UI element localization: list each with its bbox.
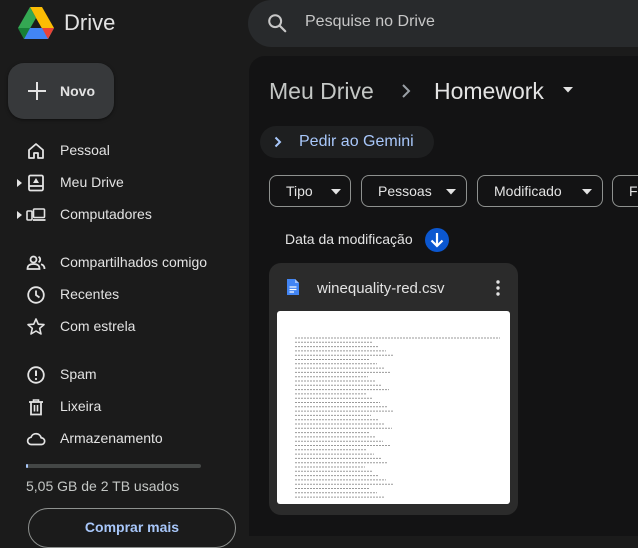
file-preview-lines <box>295 337 500 498</box>
sort-label[interactable]: Data da modificação <box>285 231 413 247</box>
search-input[interactable] <box>305 13 605 31</box>
trash-icon <box>29 399 43 416</box>
caret-down-icon <box>582 189 592 195</box>
sidebar-item-computadores[interactable]: Computadores <box>0 199 240 231</box>
caret-down-icon[interactable] <box>563 87 573 93</box>
sidebar-item-label: Meu Drive <box>60 174 124 190</box>
plus-icon <box>28 82 46 100</box>
cloud-icon <box>26 432 46 446</box>
expand-caret-icon[interactable] <box>17 178 23 188</box>
filter-chip-fonte[interactable]: Fo <box>612 175 638 207</box>
buy-storage-button[interactable]: Comprar mais <box>28 508 236 548</box>
sidebar-item-label: Com estrela <box>60 318 136 334</box>
ask-gemini-button[interactable]: Pedir ao Gemini <box>260 126 434 158</box>
sidebar-item-label: Pessoal <box>60 142 110 158</box>
breadcrumb-current-folder[interactable]: Homework <box>434 78 544 105</box>
buy-storage-label: Comprar mais <box>84 519 180 535</box>
caret-down-icon <box>446 189 456 195</box>
filter-chip-pessoas[interactable]: Pessoas <box>361 175 467 207</box>
arrow-down-icon <box>430 233 444 248</box>
home-icon <box>28 143 44 159</box>
sidebar-item-com-estrela[interactable]: Com estrela <box>0 311 240 343</box>
file-name: winequality-red.csv <box>317 280 445 297</box>
file-card[interactable]: winequality-red.csv <box>269 263 518 515</box>
storage-usage-bar <box>26 464 201 468</box>
filter-chip-modificado[interactable]: Modificado <box>477 175 603 207</box>
sidebar-item-label: Compartilhados comigo <box>60 254 208 270</box>
filter-chip-tipo[interactable]: Tipo <box>269 175 351 207</box>
filter-chip-label: Tipo <box>286 183 313 199</box>
sidebar-item-pessoal[interactable]: Pessoal <box>0 135 240 167</box>
star-icon <box>27 318 45 335</box>
caret-down-icon <box>331 189 341 195</box>
sidebar-item-label: Recentes <box>60 286 120 302</box>
computers-icon <box>26 208 46 221</box>
document-file-icon <box>287 279 299 295</box>
sidebar-item-meu-drive[interactable]: Meu Drive <box>0 167 240 199</box>
new-button[interactable]: Novo <box>8 63 114 119</box>
sidebar-item-compartilhados[interactable]: Compartilhados comigo <box>0 247 240 279</box>
new-button-label: Novo <box>60 83 95 99</box>
sidebar-item-spam[interactable]: Spam <box>0 359 240 391</box>
sidebar-item-label: Computadores <box>60 206 152 222</box>
more-options-icon[interactable] <box>493 279 503 297</box>
shared-icon <box>26 255 46 270</box>
breadcrumb-root[interactable]: Meu Drive <box>269 78 374 105</box>
drive-logo-icon[interactable] <box>18 6 54 40</box>
ask-gemini-label: Pedir ao Gemini <box>299 133 414 150</box>
sidebar-item-label: Lixeira <box>60 398 102 414</box>
sidebar-item-armazenamento[interactable]: Armazenamento <box>0 423 240 455</box>
file-thumbnail <box>277 311 510 504</box>
filter-chip-label: Modificado <box>494 183 562 199</box>
filter-chip-label: Fo <box>629 183 638 199</box>
chevron-right-icon <box>402 84 411 98</box>
storage-usage-text: 5,05 GB de 2 TB usados <box>26 478 180 494</box>
sidebar-item-label: Armazenamento <box>60 430 163 446</box>
expand-caret-icon[interactable] <box>17 210 23 220</box>
chevron-right-icon <box>274 136 282 148</box>
sort-direction-button[interactable] <box>425 228 449 252</box>
sidebar-item-label: Spam <box>60 366 97 382</box>
app-name: Drive <box>64 10 116 35</box>
search-icon[interactable] <box>266 12 288 34</box>
my-drive-icon <box>28 174 44 192</box>
spam-icon <box>27 366 45 384</box>
filter-chip-label: Pessoas <box>378 183 432 199</box>
storage-usage-fill <box>26 464 28 468</box>
sidebar-item-lixeira[interactable]: Lixeira <box>0 391 240 423</box>
clock-icon <box>27 286 45 304</box>
sidebar-item-recentes[interactable]: Recentes <box>0 279 240 311</box>
